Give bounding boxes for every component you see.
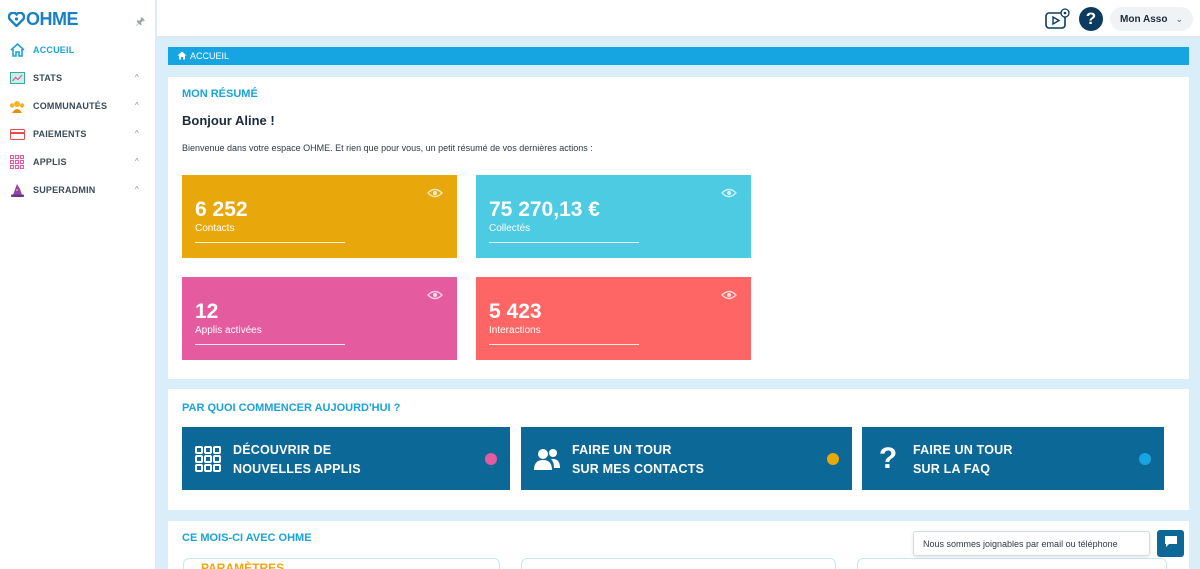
sidebar-item-communautes[interactable]: COMMUNAUTÉS ^ <box>0 92 156 120</box>
chevron-up-icon[interactable]: ^ <box>135 185 139 194</box>
sidebar-item-superadmin[interactable]: SUPERADMIN ^ <box>0 176 156 204</box>
card-icon <box>9 126 25 142</box>
divider <box>195 242 345 243</box>
month-panel <box>521 558 836 569</box>
question-icon: ? <box>878 442 898 475</box>
video-tutorial-icon[interactable] <box>1045 8 1071 30</box>
sidebar-item-label: APPLIS <box>33 157 67 167</box>
stat-value: 12 <box>195 300 219 323</box>
action-label: FAIRE UN TOUR SUR MES CONTACTS <box>572 441 704 479</box>
stats-icon <box>9 70 25 86</box>
chevron-down-icon: ⌄ <box>1175 13 1183 24</box>
heart-logo-icon <box>8 11 25 27</box>
summary-card: MON RÉSUMÉ Bonjour Aline ! Bienvenue dan… <box>168 77 1189 379</box>
stat-tile-applis[interactable]: 12 Applis activées <box>182 277 457 360</box>
panel-label: PARAMÈTRES <box>201 561 285 569</box>
sidebar-item-label: COMMUNAUTÉS <box>33 101 108 111</box>
sidebar-nav: ACCUEIL STATS ^ COMMUNAUTÉS ^ PAIEMENTS … <box>0 36 156 204</box>
sidebar-item-paiements[interactable]: PAIEMENTS ^ <box>0 120 156 148</box>
stat-value: 6 252 <box>195 198 248 221</box>
stat-tile-contacts[interactable]: 6 252 Contacts <box>182 175 457 258</box>
ohme-logo[interactable]: OHME <box>8 8 79 29</box>
stat-label: Collectés <box>489 223 531 234</box>
section-title: CE MOIS-CI AVEC OHME <box>182 532 312 544</box>
logo-text: OHME <box>26 8 79 29</box>
action-label-line: DÉCOUVRIR DE <box>233 443 332 457</box>
chevron-up-icon[interactable]: ^ <box>135 157 139 166</box>
divider <box>489 242 639 243</box>
stat-tile-collectes[interactable]: 75 270,13 € Collectés <box>476 175 751 258</box>
apps-grid-icon <box>194 445 222 473</box>
chat-prompt[interactable]: Nous sommes joignables par email ou télé… <box>913 531 1150 556</box>
eye-icon[interactable] <box>427 287 443 305</box>
divider <box>489 344 639 345</box>
eye-icon[interactable] <box>427 185 443 203</box>
account-name: Mon Asso <box>1120 13 1168 25</box>
sidebar-item-label: ACCUEIL <box>33 45 75 55</box>
chat-button[interactable] <box>1157 530 1184 557</box>
action-label-line: FAIRE UN TOUR <box>913 443 1013 457</box>
breadcrumb-item[interactable]: ACCUEIL <box>190 51 229 61</box>
action-label-line: SUR MES CONTACTS <box>572 462 705 476</box>
home-icon[interactable] <box>177 51 187 62</box>
breadcrumb: ACCUEIL <box>168 47 1189 65</box>
eye-icon[interactable] <box>721 185 737 203</box>
status-dot <box>485 453 497 465</box>
status-dot <box>1139 453 1151 465</box>
users-icon <box>533 445 561 473</box>
stat-label: Interactions <box>489 325 541 336</box>
section-title: PAR QUOI COMMENCER AUJOURD'HUI ? <box>182 402 401 414</box>
action-label-line: FAIRE UN TOUR <box>572 443 672 457</box>
sidebar-item-applis[interactable]: APPLIS ^ <box>0 148 156 176</box>
apps-grid-icon <box>9 154 25 170</box>
chat-icon <box>1164 535 1178 553</box>
sidebar-item-label: STATS <box>33 73 63 83</box>
community-icon <box>9 98 25 114</box>
help-button[interactable]: ? <box>1079 7 1103 31</box>
top-bar: ? Mon Asso ⌄ <box>157 0 1200 37</box>
stat-label: Contacts <box>195 223 235 234</box>
divider <box>195 344 345 345</box>
month-panel-parametres: PARAMÈTRES <box>183 558 500 569</box>
stat-value: 5 423 <box>489 300 542 323</box>
stat-value: 75 270,13 € <box>489 198 600 221</box>
stat-tile-interactions[interactable]: 5 423 Interactions <box>476 277 751 360</box>
tour-faq-button[interactable]: ? FAIRE UN TOUR SUR LA FAQ <box>862 427 1164 490</box>
sidebar-item-stats[interactable]: STATS ^ <box>0 64 156 92</box>
eye-icon[interactable] <box>721 287 737 305</box>
status-dot <box>827 453 839 465</box>
greeting: Bonjour Aline ! <box>182 113 275 128</box>
chevron-up-icon[interactable]: ^ <box>135 73 139 82</box>
wizard-hat-icon <box>9 182 25 198</box>
pin-icon[interactable]: 🖈 <box>135 13 145 32</box>
account-menu[interactable]: Mon Asso ⌄ <box>1110 7 1193 31</box>
action-label-line: SUR LA FAQ <box>913 462 991 476</box>
action-label: FAIRE UN TOUR SUR LA FAQ <box>913 441 1013 479</box>
sidebar-item-accueil[interactable]: ACCUEIL <box>0 36 156 64</box>
getting-started-card: PAR QUOI COMMENCER AUJOURD'HUI ? DÉCOUVR… <box>168 389 1189 510</box>
sidebar-item-label: PAIEMENTS <box>33 129 87 139</box>
chevron-up-icon[interactable]: ^ <box>135 101 139 110</box>
chevron-up-icon[interactable]: ^ <box>135 129 139 138</box>
action-label: DÉCOUVRIR DE NOUVELLES APPLIS <box>233 441 361 479</box>
discover-apps-button[interactable]: DÉCOUVRIR DE NOUVELLES APPLIS <box>182 427 510 490</box>
stat-label: Applis activées <box>195 325 262 336</box>
month-panel <box>857 558 1167 569</box>
section-title: MON RÉSUMÉ <box>182 88 258 100</box>
intro-text: Bienvenue dans votre espace OHME. Et rie… <box>182 143 593 153</box>
sidebar: OHME 🖈 ACCUEIL STATS ^ COMMUNAUTÉS ^ PAI… <box>0 0 156 569</box>
action-label-line: NOUVELLES APPLIS <box>233 462 361 476</box>
sidebar-item-label: SUPERADMIN <box>33 185 96 195</box>
tour-contacts-button[interactable]: FAIRE UN TOUR SUR MES CONTACTS <box>521 427 852 490</box>
home-icon <box>9 42 25 58</box>
